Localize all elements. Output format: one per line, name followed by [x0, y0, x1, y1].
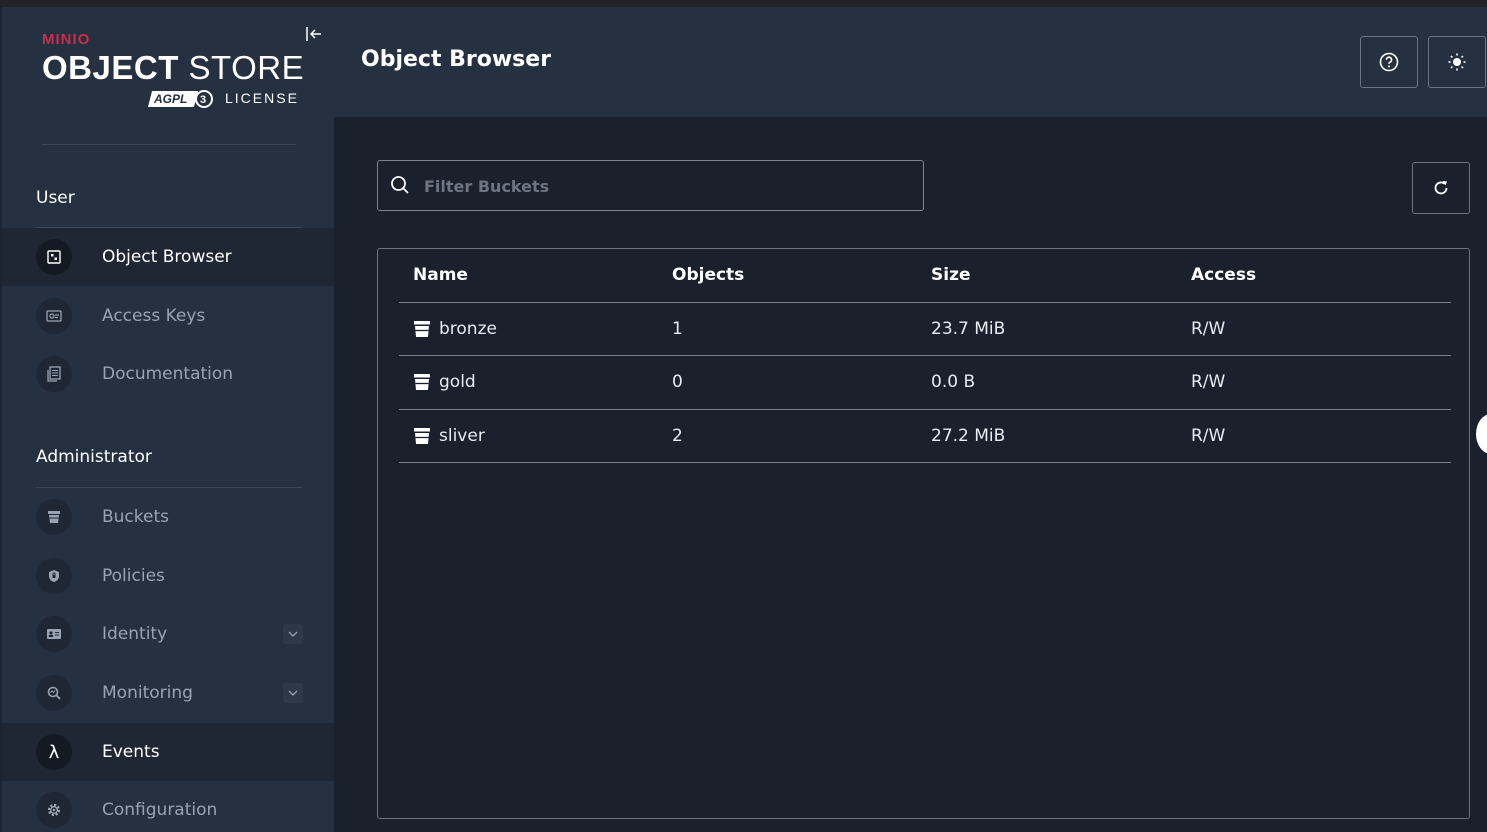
sidebar-item-label: Policies: [102, 566, 165, 586]
search-icon: [390, 175, 410, 199]
bucket-access: R/W: [1191, 426, 1226, 446]
key-icon: [36, 298, 72, 334]
section-title-user: User: [36, 188, 75, 208]
sidebar-item-policies[interactable]: Policies: [2, 547, 334, 605]
sidebar-item-label: Access Keys: [102, 306, 206, 326]
bucket-objects: 2: [672, 426, 683, 446]
shield-icon: [36, 558, 72, 594]
agpl-logo-icon: AGPL 3: [148, 89, 214, 109]
bucket-size: 23.7 MiB: [931, 319, 1006, 339]
column-header-access[interactable]: Access: [1191, 265, 1256, 285]
help-button[interactable]: [1360, 36, 1418, 88]
column-header-objects[interactable]: Objects: [672, 265, 744, 285]
sidebar-item-object-browser[interactable]: Object Browser: [2, 228, 334, 286]
logo-minio-text: MINIO: [42, 31, 91, 48]
filter-buckets-box: [377, 160, 924, 211]
sidebar-item-label: Identity: [102, 624, 168, 644]
svg-text:3: 3: [200, 94, 206, 106]
filter-buckets-input[interactable]: [424, 171, 904, 201]
bucket-access: R/W: [1191, 372, 1226, 392]
section-title-administrator: Administrator: [36, 447, 152, 467]
refresh-button[interactable]: [1412, 162, 1470, 214]
sidebar-item-label: Object Browser: [102, 247, 232, 267]
bucket-icon: [36, 499, 72, 535]
sidebar-item-identity[interactable]: Identity: [2, 605, 334, 663]
sidebar: MINIO OBJECT STORE AGPL 3 LICENSE User O…: [0, 7, 334, 832]
table-row[interactable]: sliver 2 27.2 MiB R/W: [399, 410, 1451, 463]
sidebar-item-access-keys[interactable]: Access Keys: [2, 287, 334, 345]
sidebar-item-label: Documentation: [102, 364, 234, 384]
document-icon: [36, 356, 72, 392]
column-header-name[interactable]: Name: [413, 265, 468, 285]
bucket-size: 27.2 MiB: [931, 426, 1006, 446]
sun-icon: [1448, 53, 1466, 71]
bucket-size: 0.0 B: [931, 372, 976, 392]
bucket-icon: [413, 373, 431, 395]
bucket-objects: 1: [672, 319, 683, 339]
sidebar-item-label: Configuration: [102, 800, 218, 820]
sidebar-item-label: Events: [102, 742, 160, 762]
refresh-icon: [1434, 181, 1448, 195]
svg-text:AGPL: AGPL: [153, 92, 187, 106]
sidebar-item-buckets[interactable]: Buckets: [2, 488, 334, 546]
row-divider: [399, 462, 1451, 463]
bucket-icon: [413, 427, 431, 449]
sidebar-item-configuration[interactable]: Configuration: [2, 781, 334, 832]
buckets-table: Name Objects Size Access bronze 1 23.7 M…: [377, 248, 1470, 819]
window-top-edge: [0, 0, 1487, 7]
column-header-size[interactable]: Size: [931, 265, 971, 285]
lambda-icon: λ: [36, 734, 72, 770]
page-title: Object Browser: [361, 47, 552, 72]
page-header: Object Browser: [334, 7, 1487, 117]
chevron-down-icon[interactable]: [283, 683, 303, 703]
sidebar-item-events[interactable]: λ Events: [2, 723, 334, 781]
logo-license-text: LICENSE: [225, 90, 299, 106]
theme-toggle-button[interactable]: [1428, 36, 1486, 88]
sidebar-item-monitoring[interactable]: Monitoring: [2, 664, 334, 722]
logo-divider: [42, 144, 296, 145]
bucket-name: gold: [439, 372, 476, 392]
bucket-name: bronze: [439, 319, 497, 339]
help-icon: [1379, 52, 1399, 72]
minio-logo: MINIO OBJECT STORE AGPL 3 LICENSE: [42, 31, 305, 117]
magnifier-icon: [36, 675, 72, 711]
bucket-objects: 0: [672, 372, 683, 392]
bucket-icon: [413, 320, 431, 342]
side-panel-handle[interactable]: [1476, 414, 1487, 454]
logo-object-store-text: OBJECT STORE: [42, 49, 305, 86]
bucket-access: R/W: [1191, 319, 1226, 339]
sidebar-item-label: Buckets: [102, 507, 170, 527]
table-row[interactable]: bronze 1 23.7 MiB R/W: [399, 303, 1451, 356]
table-row[interactable]: gold 0 0.0 B R/W: [399, 356, 1451, 409]
object-browser-icon: [36, 239, 72, 275]
sidebar-item-label: Monitoring: [102, 683, 193, 703]
collapse-sidebar-icon[interactable]: [304, 24, 324, 44]
bucket-name: sliver: [439, 426, 485, 446]
chevron-down-icon[interactable]: [283, 624, 303, 644]
gear-icon: [36, 792, 72, 828]
id-card-icon: [36, 616, 72, 652]
sidebar-item-documentation[interactable]: Documentation: [2, 345, 334, 403]
